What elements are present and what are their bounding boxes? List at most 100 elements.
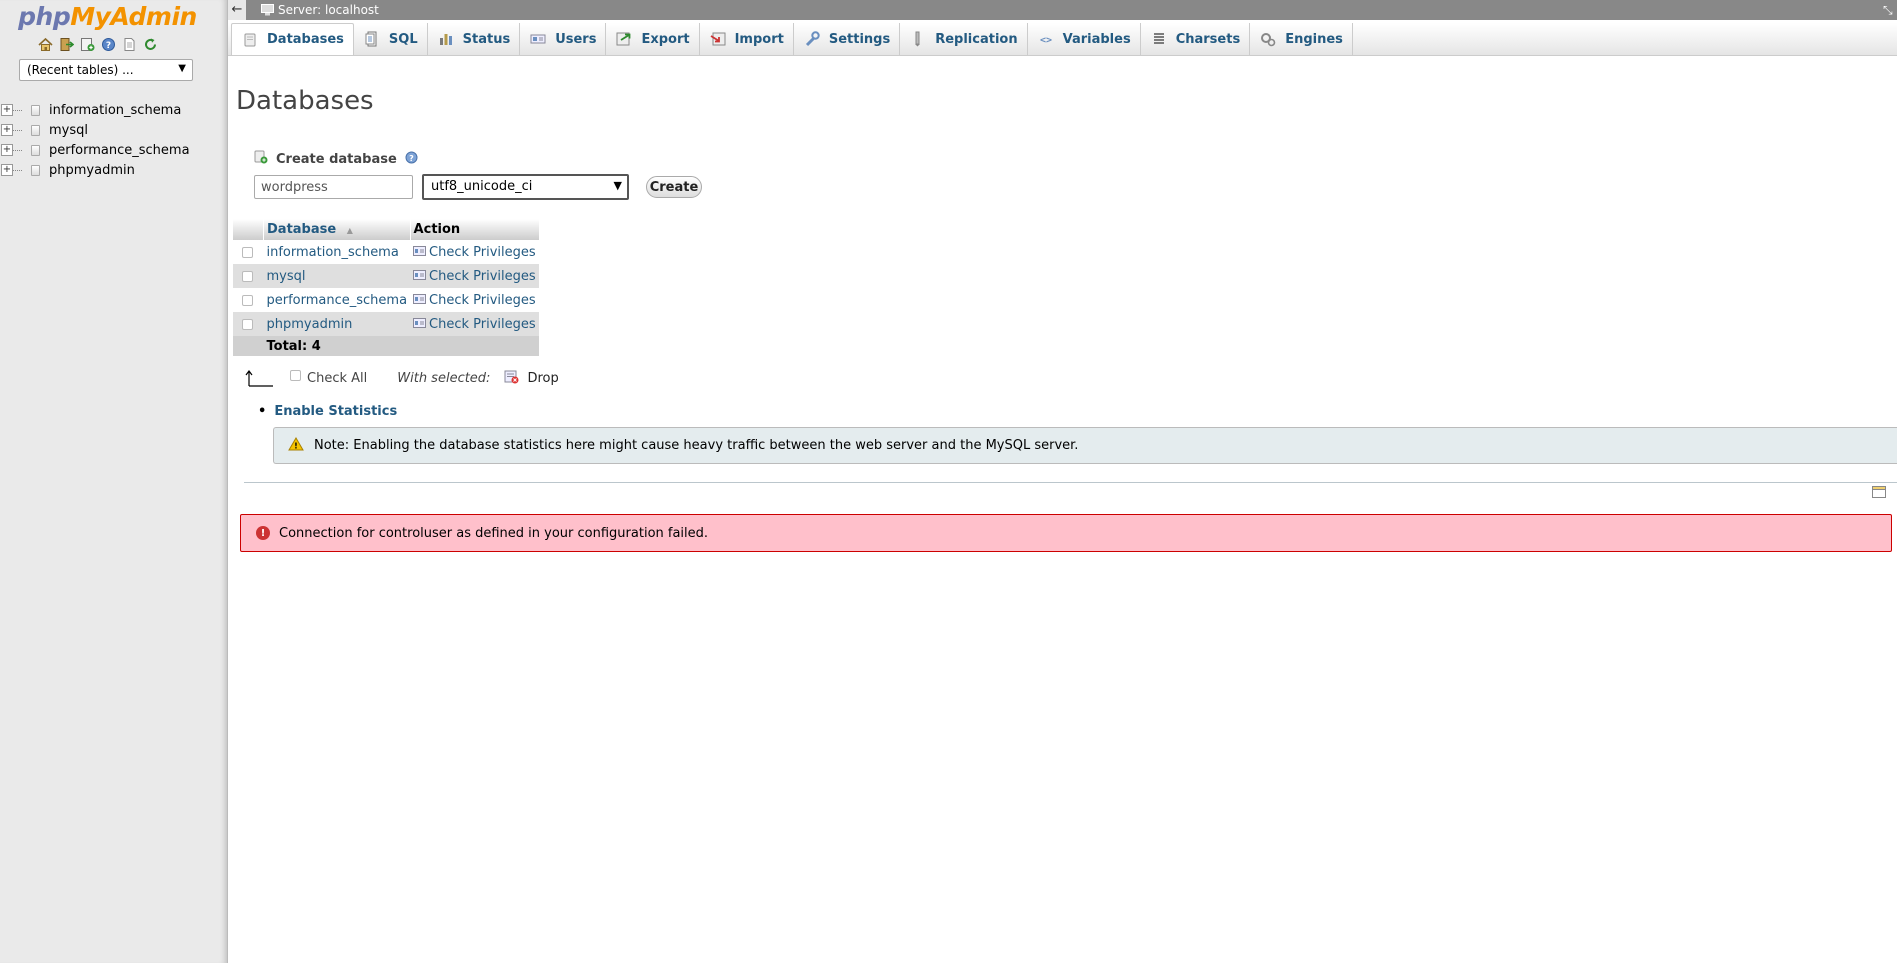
privileges-icon xyxy=(413,245,427,260)
check-all-toggle[interactable]: Check All xyxy=(290,369,367,386)
error-message: ! Connection for controluser as defined … xyxy=(240,514,1892,552)
database-icon xyxy=(31,164,40,176)
tab-charsets[interactable]: Charsets xyxy=(1141,23,1251,55)
database-icon xyxy=(31,104,40,116)
collapse-navigation-button[interactable]: ← xyxy=(228,0,246,20)
enable-statistics-link[interactable]: Enable Statistics xyxy=(258,404,397,419)
import-icon xyxy=(710,31,726,47)
row-checkbox[interactable] xyxy=(242,294,253,306)
collation-select[interactable]: utf8_unicode_ci ▼ xyxy=(422,174,629,200)
svg-text:<>: <> xyxy=(1040,35,1052,46)
row-checkbox[interactable] xyxy=(242,246,253,258)
drop-icon xyxy=(504,369,519,388)
table-row: information_schema Check Privileges xyxy=(233,240,540,264)
action-column-header: Action xyxy=(410,219,540,240)
navigation-panel: phpMyAdmin ? (Recent tables) ... ▼ + inf… xyxy=(0,0,228,963)
database-icon xyxy=(31,124,40,136)
svg-text:?: ? xyxy=(106,41,111,51)
server-tabs: Databases SQL Status Users Export Import… xyxy=(228,23,1897,56)
tab-replication[interactable]: Replication xyxy=(900,23,1028,55)
with-selected-label: With selected: xyxy=(397,370,491,386)
error-icon: ! xyxy=(256,526,270,540)
row-checkbox[interactable] xyxy=(242,318,253,330)
server-breadcrumb[interactable]: Server: localhost xyxy=(278,3,379,17)
drop-button[interactable]: Drop xyxy=(504,369,559,388)
database-link[interactable]: performance_schema xyxy=(267,293,408,308)
logout-icon[interactable] xyxy=(59,37,74,52)
database-add-icon xyxy=(254,150,268,168)
sql-icon xyxy=(364,31,380,47)
settings-icon xyxy=(804,31,820,47)
chevron-down-icon: ▼ xyxy=(178,63,186,74)
tab-sql[interactable]: SQL xyxy=(354,23,428,55)
privileges-icon xyxy=(413,293,427,308)
statistics-notice: ! Note: Enabling the database statistics… xyxy=(273,427,1897,464)
tab-import[interactable]: Import xyxy=(700,23,794,55)
server-icon xyxy=(261,4,274,19)
tree-item-information-schema[interactable]: + information_schema xyxy=(0,100,190,120)
maximize-icon[interactable]: ⤡ xyxy=(1883,0,1897,20)
users-icon xyxy=(530,31,546,47)
total-count: Total: 4 xyxy=(263,336,411,356)
database-icon xyxy=(242,32,258,48)
bulk-actions: Check All With selected: Drop xyxy=(245,368,559,388)
database-icon xyxy=(31,144,40,156)
privileges-icon xyxy=(413,317,427,332)
database-column-header[interactable]: Database ▲ xyxy=(263,219,411,240)
tab-users[interactable]: Users xyxy=(520,23,607,55)
table-header-row: Database ▲ Action xyxy=(233,219,540,240)
tab-engines[interactable]: Engines xyxy=(1250,23,1353,55)
query-window-icon[interactable] xyxy=(80,37,95,52)
help-icon[interactable]: ? xyxy=(405,151,418,168)
svg-text:!: ! xyxy=(294,441,298,450)
tree-link[interactable]: phpmyadmin xyxy=(49,163,135,178)
reload-icon[interactable] xyxy=(143,37,158,52)
database-name-input[interactable] xyxy=(254,175,413,199)
charsets-icon xyxy=(1151,31,1167,47)
row-checkbox[interactable] xyxy=(242,270,253,282)
tree-item-mysql[interactable]: + mysql xyxy=(0,120,190,140)
console-icon[interactable] xyxy=(1872,485,1886,503)
expand-icon[interactable]: + xyxy=(1,124,13,136)
expand-icon[interactable]: + xyxy=(1,164,13,176)
recent-tables-select[interactable]: (Recent tables) ... ▼ xyxy=(19,59,193,81)
export-icon xyxy=(616,31,632,47)
tree-item-performance-schema[interactable]: + performance_schema xyxy=(0,140,190,160)
database-link[interactable]: phpmyadmin xyxy=(267,317,353,332)
server-breadcrumb-bar: ← Server: localhost ⤡ xyxy=(228,0,1897,20)
replication-icon xyxy=(910,31,926,47)
engines-icon xyxy=(1260,31,1276,47)
tree-item-phpmyadmin[interactable]: + phpmyadmin xyxy=(0,160,190,180)
tab-databases[interactable]: Databases xyxy=(231,23,354,55)
database-link[interactable]: mysql xyxy=(267,269,306,284)
tree-link[interactable]: mysql xyxy=(49,123,88,138)
tab-variables[interactable]: <> Variables xyxy=(1028,23,1141,55)
check-all-checkbox[interactable] xyxy=(290,369,301,381)
tab-settings[interactable]: Settings xyxy=(794,23,901,55)
database-tree: + information_schema + mysql + performan… xyxy=(0,100,190,180)
expand-icon[interactable]: + xyxy=(1,104,13,116)
tab-export[interactable]: Export xyxy=(606,23,700,55)
privileges-icon xyxy=(413,269,427,284)
database-link[interactable]: information_schema xyxy=(267,245,399,260)
phpmyadmin-logo[interactable]: phpMyAdmin xyxy=(0,0,215,34)
docs-page-icon[interactable] xyxy=(122,37,137,52)
table-total-row: Total: 4 xyxy=(233,336,540,356)
tree-link[interactable]: performance_schema xyxy=(49,143,190,158)
tab-status[interactable]: Status xyxy=(428,23,521,55)
page-title: Databases xyxy=(236,86,374,116)
expand-icon[interactable]: + xyxy=(1,144,13,156)
create-database-label: Create database ? xyxy=(254,150,418,168)
documentation-icon[interactable]: ? xyxy=(101,37,116,52)
check-privileges-link[interactable]: Check Privileges xyxy=(429,293,536,308)
create-button[interactable]: Create xyxy=(646,176,702,198)
variables-icon: <> xyxy=(1038,31,1054,47)
home-icon[interactable] xyxy=(38,37,53,52)
table-row: performance_schema Check Privileges xyxy=(233,288,540,312)
check-privileges-link[interactable]: Check Privileges xyxy=(429,317,536,332)
svg-text:?: ? xyxy=(409,154,414,163)
check-privileges-link[interactable]: Check Privileges xyxy=(429,269,536,284)
tree-link[interactable]: information_schema xyxy=(49,103,181,118)
status-icon xyxy=(438,31,454,47)
check-privileges-link[interactable]: Check Privileges xyxy=(429,245,536,260)
